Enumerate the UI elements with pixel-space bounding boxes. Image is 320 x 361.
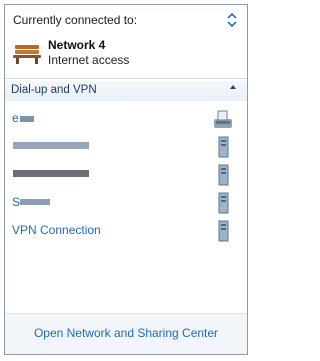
connection-item[interactable]: S xyxy=(5,189,247,217)
group-header-dialup-vpn[interactable]: Dial-up and VPN xyxy=(5,81,247,101)
redacted-text xyxy=(13,142,89,149)
redacted-text xyxy=(13,170,89,177)
network-flyout: Currently connected to: Network 4 Intern… xyxy=(4,4,248,355)
connection-label: VPN Connection xyxy=(12,223,101,237)
divider xyxy=(5,78,247,79)
panel-heading: Currently connected to: xyxy=(13,13,138,27)
server-icon xyxy=(213,220,233,242)
server-icon xyxy=(213,136,233,158)
active-network[interactable]: Network 4 Internet access xyxy=(13,38,238,70)
connection-item[interactable] xyxy=(5,161,247,189)
connection-item[interactable]: e xyxy=(5,105,247,133)
bench-network-icon xyxy=(13,38,41,66)
open-network-sharing-center-link[interactable]: Open Network and Sharing Center xyxy=(5,326,247,340)
fax-modem-icon xyxy=(213,108,233,130)
network-name: Network 4 xyxy=(48,38,106,52)
connection-item-vpn[interactable]: VPN Connection xyxy=(5,217,247,245)
connection-item[interactable] xyxy=(5,133,247,161)
connection-label: S xyxy=(12,195,21,209)
connection-label: e xyxy=(12,111,19,125)
chevron-up-icon[interactable] xyxy=(229,83,237,94)
redacted-text xyxy=(20,199,50,205)
refresh-icon[interactable] xyxy=(225,12,239,28)
group-title: Dial-up and VPN xyxy=(11,84,97,96)
flyout-footer: Open Network and Sharing Center xyxy=(5,313,247,354)
redacted-text xyxy=(20,116,34,122)
server-icon xyxy=(213,192,233,214)
server-icon xyxy=(213,164,233,186)
network-status: Internet access xyxy=(48,53,130,67)
